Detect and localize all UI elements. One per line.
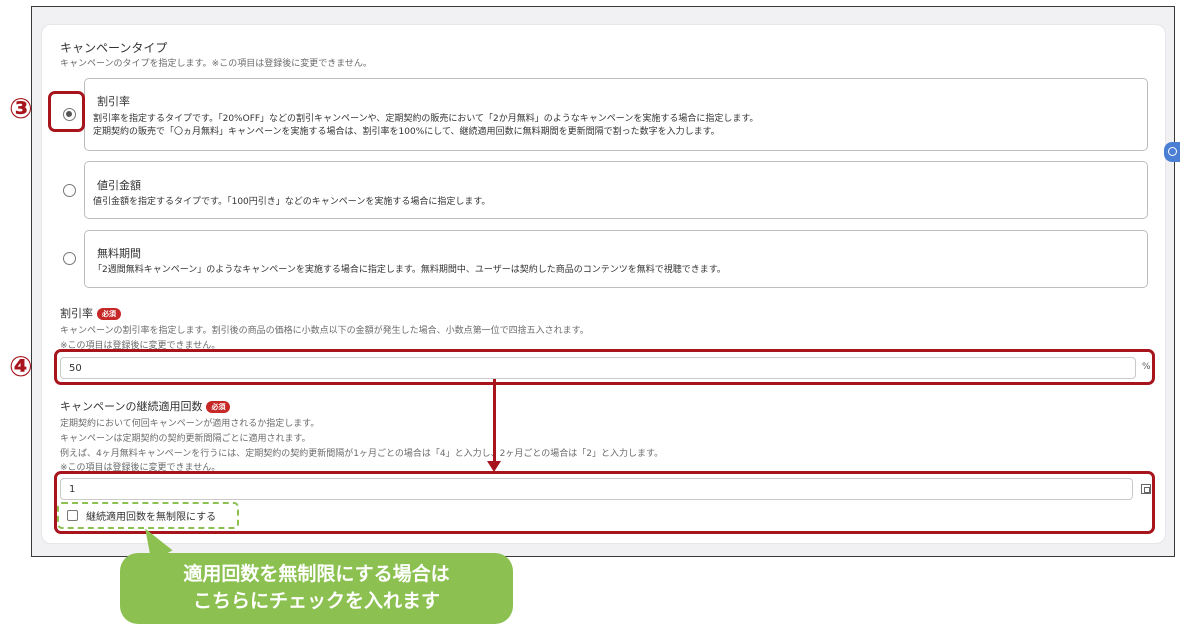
callout-line-2: こちらにチェックを入れます [192,590,440,612]
campaign-type-desc: キャンペーンのタイプを指定します。※この項目は登録後に変更できません。 [60,59,372,69]
option-free-period-desc: 「2週間無料キャンペーン」のようなキャンペーンを実施する場合に指定します。無料期… [93,265,726,275]
required-badge: 必須 [206,401,231,413]
option-discount-amount-label: 値引金額 [97,179,141,192]
option-discount-rate[interactable]: 割引率 割引率を指定するタイプです。「20%OFF」などの割引キャンペーンや、定… [84,78,1148,151]
callout-bubble: 適用回数を無制限にする場合は こちらにチェックを入れます [120,553,513,624]
radio-free-period[interactable] [63,252,76,265]
unlimited-highlight [57,502,239,529]
step3-highlight [48,91,85,132]
option-discount-rate-desc-1: 割引率を指定するタイプです。「20%OFF」などの割引キャンペーンや、定期契約の… [93,114,759,124]
step4-number: ④ [9,350,33,383]
campaign-type-title: キャンペーンタイプ [60,41,168,55]
repeat-count-desc-1: 定期契約において何回キャンペーンが適用されるか指定します。 [60,419,320,429]
option-discount-amount-desc: 値引金額を指定するタイプです。「100円引き」などのキャンペーンを実施する場合に… [93,197,491,207]
arrow-line [493,379,496,463]
option-free-period[interactable]: 無料期間 「2週間無料キャンペーン」のようなキャンペーンを実施する場合に指定しま… [84,230,1148,288]
callout-line-1: 適用回数を無制限にする場合は [183,563,450,585]
step4-highlight-rate [54,349,1155,385]
repeat-count-desc-3: 例えば、4ヶ月無料キャンペーンを行うには、定期契約の契約更新間隔が1ヶ月ごとの場… [60,449,664,459]
option-discount-rate-desc-2: 定期契約の販売で「〇ヵ月無料」キャンペーンを実施する場合は、割引率を100%にし… [93,127,720,137]
option-free-period-label: 無料期間 [97,247,141,260]
radio-discount-amount[interactable] [63,184,76,197]
step3-number: ③ [9,92,33,125]
assistant-icon[interactable] [1164,142,1180,162]
required-badge: 必須 [97,308,121,320]
option-discount-rate-label: 割引率 [97,95,130,108]
option-discount-amount[interactable]: 値引金額 値引金額を指定するタイプです。「100円引き」などのキャンペーンを実施… [84,161,1148,219]
repeat-count-desc-2: キャンペーンは定期契約の契約更新間隔ごとに適用されます。 [60,434,311,444]
repeat-count-title-text: キャンペーンの継続適用回数 [60,400,203,413]
repeat-count-title: キャンペーンの継続適用回数 必須 [60,398,231,414]
discount-rate-desc-1: キャンペーンの割引率を指定します。割引後の商品の価格に小数点以下の金額が発生した… [60,326,589,336]
discount-rate-title-text: 割引率 [60,307,93,320]
discount-rate-title: 割引率 必須 [60,305,121,321]
